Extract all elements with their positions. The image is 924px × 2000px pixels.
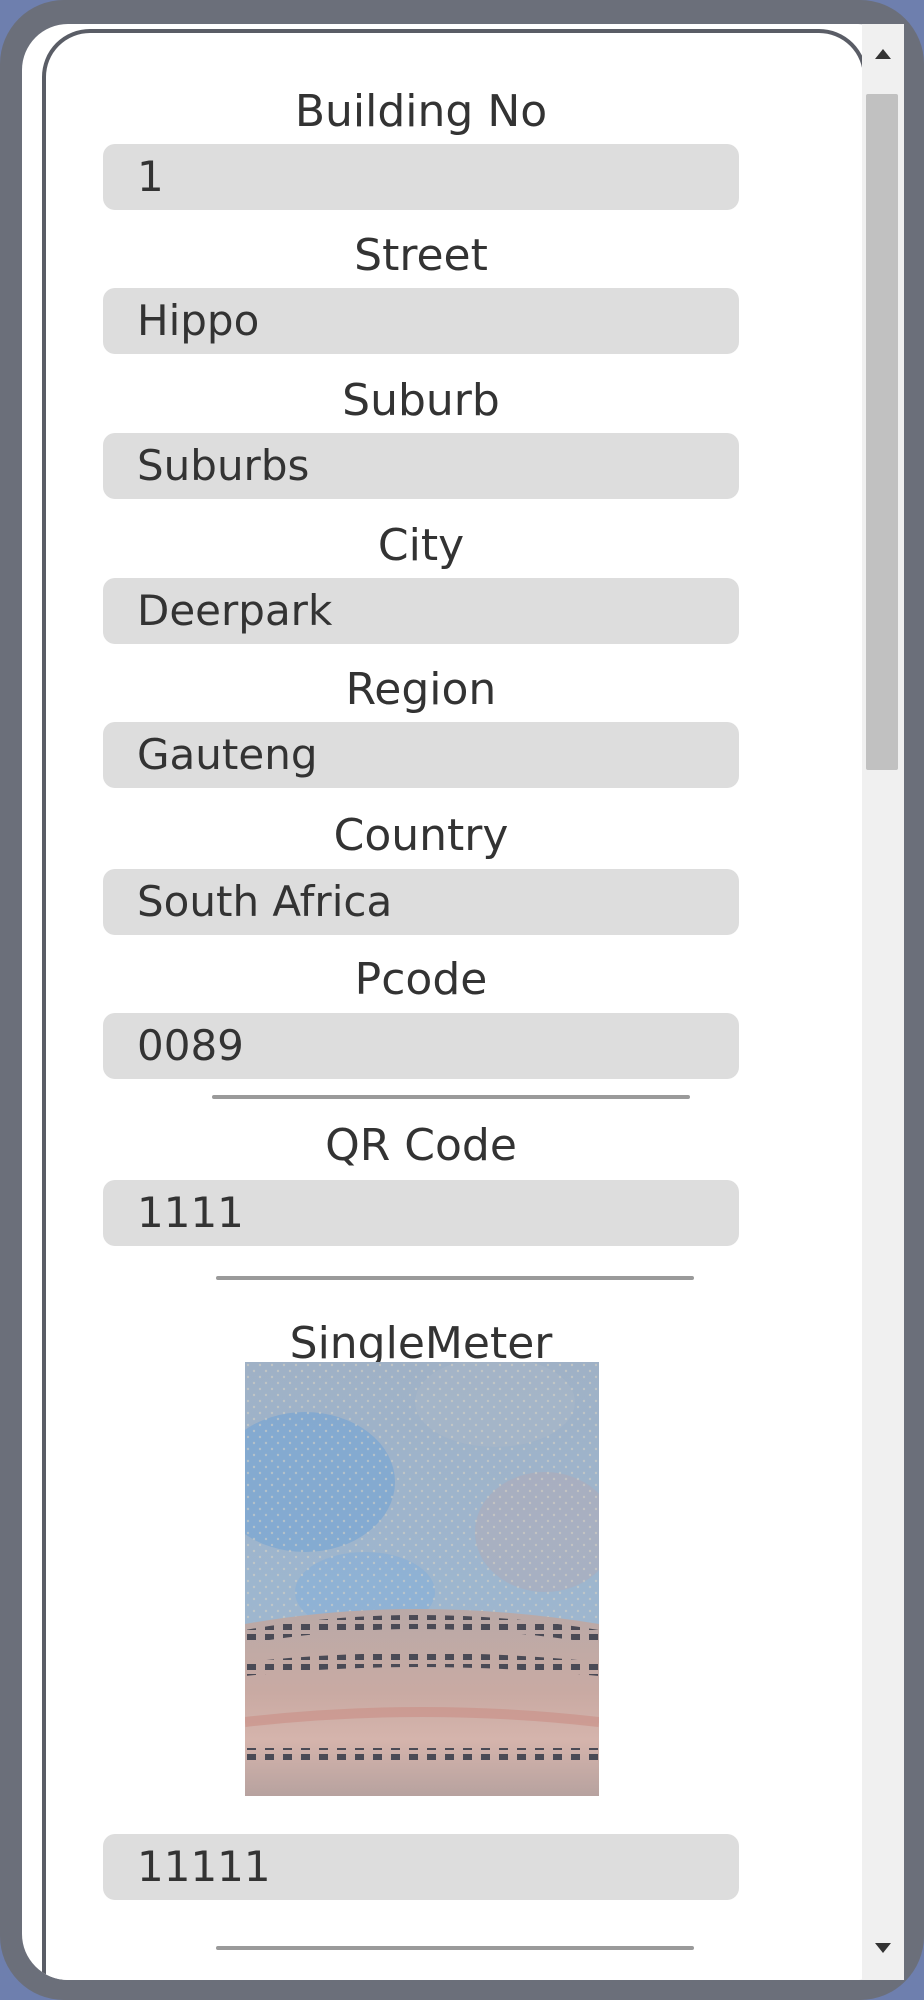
vertical-scrollbar[interactable] [862, 24, 904, 1980]
country-label: Country [333, 810, 509, 861]
scroll-thumb[interactable] [866, 94, 898, 770]
suburb-label: Suburb [342, 375, 500, 426]
region-label: Region [345, 664, 497, 715]
section-divider [216, 1946, 694, 1950]
meter-photo-graphic [245, 1362, 599, 1796]
meter-photo [245, 1362, 599, 1796]
section-divider [212, 1095, 690, 1099]
section-divider [216, 1276, 694, 1280]
qr-code-label: QR Code [325, 1120, 517, 1171]
country-input[interactable]: South Africa [103, 869, 739, 935]
pcode-label: Pcode [354, 954, 488, 1005]
region-input[interactable]: Gauteng [103, 722, 739, 788]
down-arrow-icon[interactable] [862, 1928, 904, 1968]
street-input[interactable]: Hippo [103, 288, 739, 354]
building-no-input[interactable]: 1 [103, 144, 739, 210]
building-no-label: Building No [294, 86, 548, 137]
single-meter-input[interactable]: 11111 [103, 1834, 739, 1900]
pcode-input[interactable]: 0089 [103, 1013, 739, 1079]
city-label: City [377, 520, 465, 571]
suburb-input[interactable]: Suburbs [103, 433, 739, 499]
street-label: Street [354, 230, 488, 281]
up-arrow-icon[interactable] [862, 34, 904, 74]
city-input[interactable]: Deerpark [103, 578, 739, 644]
qr-code-input[interactable]: 1111 [103, 1180, 739, 1246]
